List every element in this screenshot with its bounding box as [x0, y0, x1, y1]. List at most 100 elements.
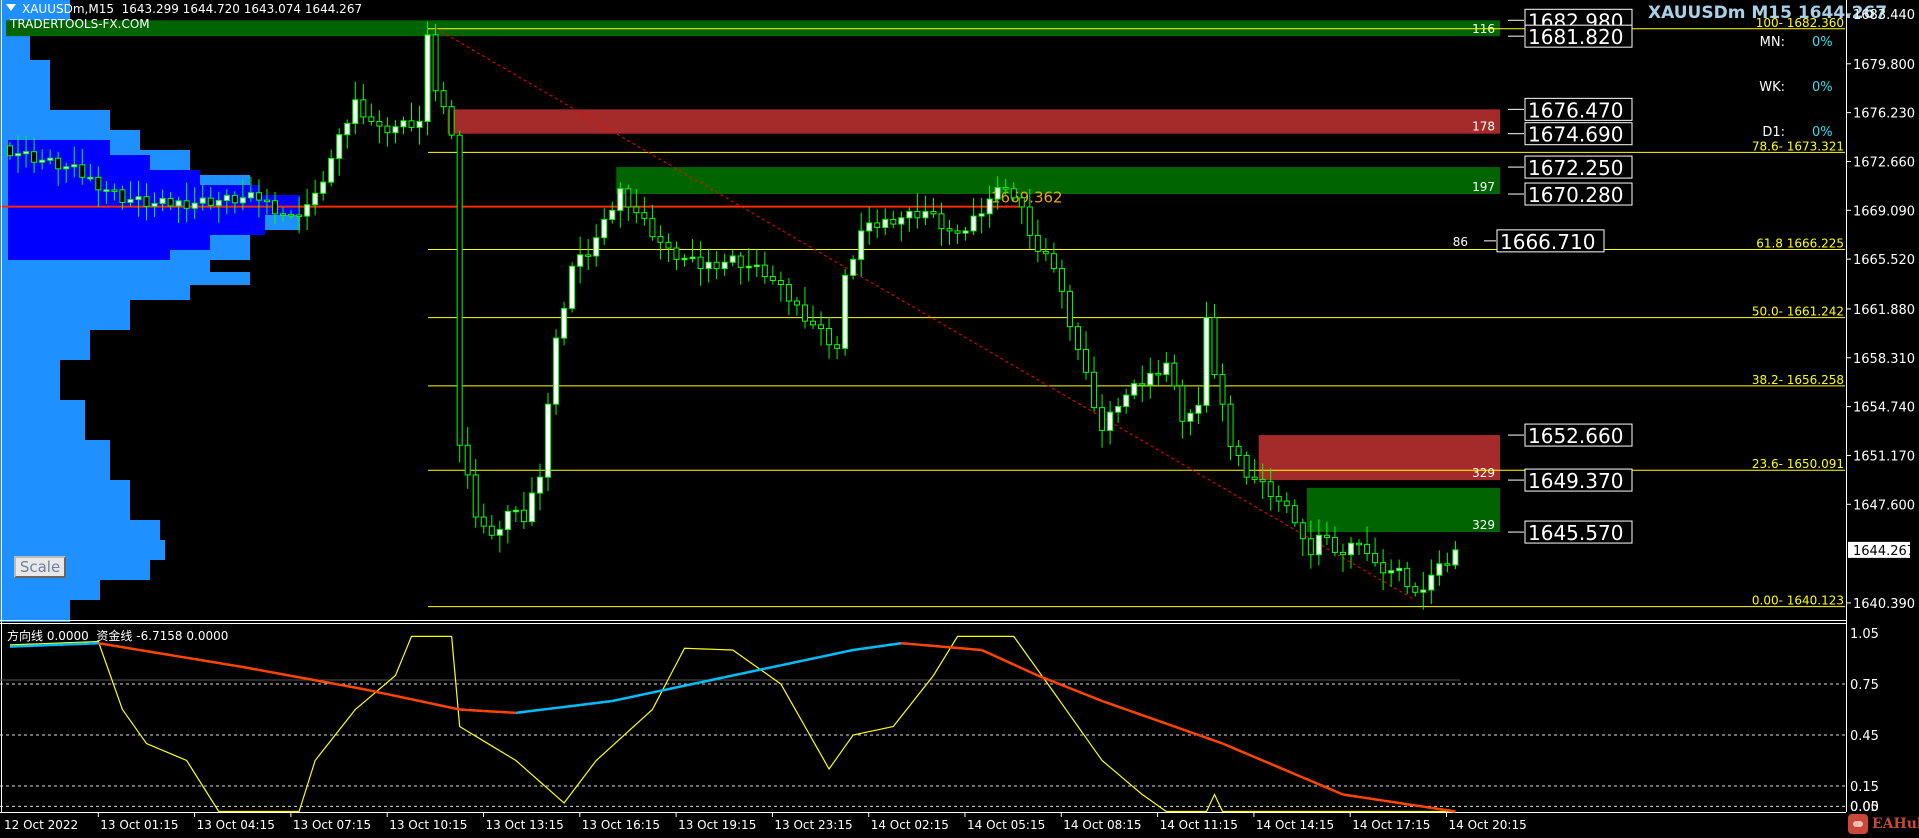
candle	[1275, 485, 1282, 512]
money-line-segment	[1318, 783, 1328, 789]
candle-body	[1083, 348, 1090, 373]
candle-body	[1123, 394, 1130, 407]
candle-body	[1163, 362, 1170, 376]
candle-body	[159, 197, 166, 205]
money-line-segment	[539, 707, 549, 712]
candle	[1171, 354, 1178, 391]
money-line-segment	[844, 648, 854, 653]
candle-body	[753, 264, 760, 268]
candle-body	[617, 188, 624, 211]
candle-body	[858, 230, 865, 260]
candle-body	[1002, 187, 1009, 190]
candle	[1396, 559, 1403, 582]
candle-body	[408, 120, 415, 128]
candle	[1404, 561, 1411, 594]
candle	[512, 506, 519, 523]
candle-body	[472, 474, 479, 518]
candle	[617, 182, 624, 228]
money-line-segment	[330, 681, 340, 686]
price-axis[interactable]: 1683.4401679.8001676.2301672.6601669.090…	[1846, 8, 1915, 612]
money-line-segment	[997, 656, 1007, 663]
time-tick-label: 14 Oct 02:15	[871, 818, 949, 832]
candle	[1155, 359, 1162, 386]
candle	[649, 204, 656, 241]
money-line-segment	[427, 701, 436, 706]
supply-zone	[447, 109, 1500, 134]
candle-body	[906, 211, 913, 219]
candle	[1291, 499, 1298, 527]
candle	[1195, 387, 1202, 424]
candle	[906, 207, 913, 232]
scale-button[interactable]: Scale	[14, 556, 66, 578]
money-line-segment	[1093, 696, 1103, 703]
time-tick-label: 13 Oct 01:15	[100, 818, 178, 832]
brand-label: TRADERTOOLS-FX.COM	[10, 17, 150, 31]
candle-body	[826, 328, 833, 346]
demand-zone	[1306, 487, 1500, 533]
candle-body	[1339, 551, 1346, 556]
stat-wk-value: 0%	[1812, 80, 1833, 95]
candle-body	[633, 206, 640, 214]
candle-body	[866, 222, 873, 232]
money-line-segment	[708, 677, 717, 682]
candle-body	[376, 120, 383, 127]
candle	[1283, 492, 1290, 514]
candle-body	[874, 222, 881, 228]
candle-body	[432, 34, 439, 92]
price-tick-label: 1665.520	[1853, 253, 1915, 268]
candle-body	[1243, 454, 1250, 478]
candle	[641, 196, 648, 226]
candle	[1339, 543, 1346, 572]
candle-body	[930, 211, 937, 215]
time-tick-label: 13 Oct 16:15	[582, 818, 660, 832]
indicator-chart[interactable]	[0, 623, 1846, 813]
time-tick-label: 14 Oct 14:15	[1256, 818, 1334, 832]
time-axis[interactable]: 12 Oct 2022 13 Oct 01:15 13 Oct 04:15 13 Oc…	[4, 812, 1527, 832]
candle-body	[721, 261, 728, 270]
candle-body	[400, 120, 407, 128]
candle-body	[512, 509, 519, 513]
candle	[609, 201, 616, 224]
candle-body	[705, 261, 712, 270]
candle-body	[480, 516, 487, 527]
money-line-segment	[1149, 716, 1159, 723]
money-line-segment	[274, 671, 284, 676]
zone-price-label: 1645.570	[1528, 521, 1623, 545]
money-line-segment	[1423, 805, 1432, 810]
candle	[978, 197, 985, 234]
candle-body	[1388, 570, 1395, 574]
money-line-segment	[1085, 693, 1095, 699]
money-line-segment	[756, 667, 766, 672]
candle-body	[23, 151, 30, 155]
candle	[810, 305, 816, 329]
candle-body	[673, 247, 680, 260]
candle-body	[1219, 374, 1226, 405]
money-line-segment	[1077, 690, 1087, 696]
candle	[328, 149, 335, 187]
money-line-segment	[852, 647, 862, 652]
price-tick-label: 1654.740	[1853, 401, 1915, 416]
candle-body	[320, 181, 327, 194]
money-line-segment	[684, 682, 693, 687]
collapse-triangle-icon[interactable]	[6, 4, 16, 11]
candle-body	[368, 116, 375, 122]
candle-body	[890, 219, 897, 225]
candle	[1227, 395, 1234, 461]
money-line-segment	[1262, 759, 1272, 766]
candle-body	[1050, 253, 1057, 270]
candle-body	[818, 324, 825, 330]
candle	[601, 208, 608, 246]
candle	[376, 110, 383, 144]
price-chart[interactable]: 116178197329329 100- 1682.36078.6- 1673.…	[0, 0, 1846, 622]
candle-body	[689, 256, 696, 260]
candle-body	[47, 157, 54, 161]
fib-label: 38.2- 1656.258	[1752, 373, 1844, 387]
candle	[1444, 552, 1451, 573]
candle-body	[336, 134, 343, 159]
price-tick-label: 1651.170	[1853, 449, 1915, 464]
poc-label: 1669.362	[991, 189, 1063, 207]
money-line-segment	[1101, 699, 1111, 706]
money-line-segment	[1141, 713, 1151, 720]
candle	[850, 255, 857, 280]
candle	[504, 504, 511, 544]
